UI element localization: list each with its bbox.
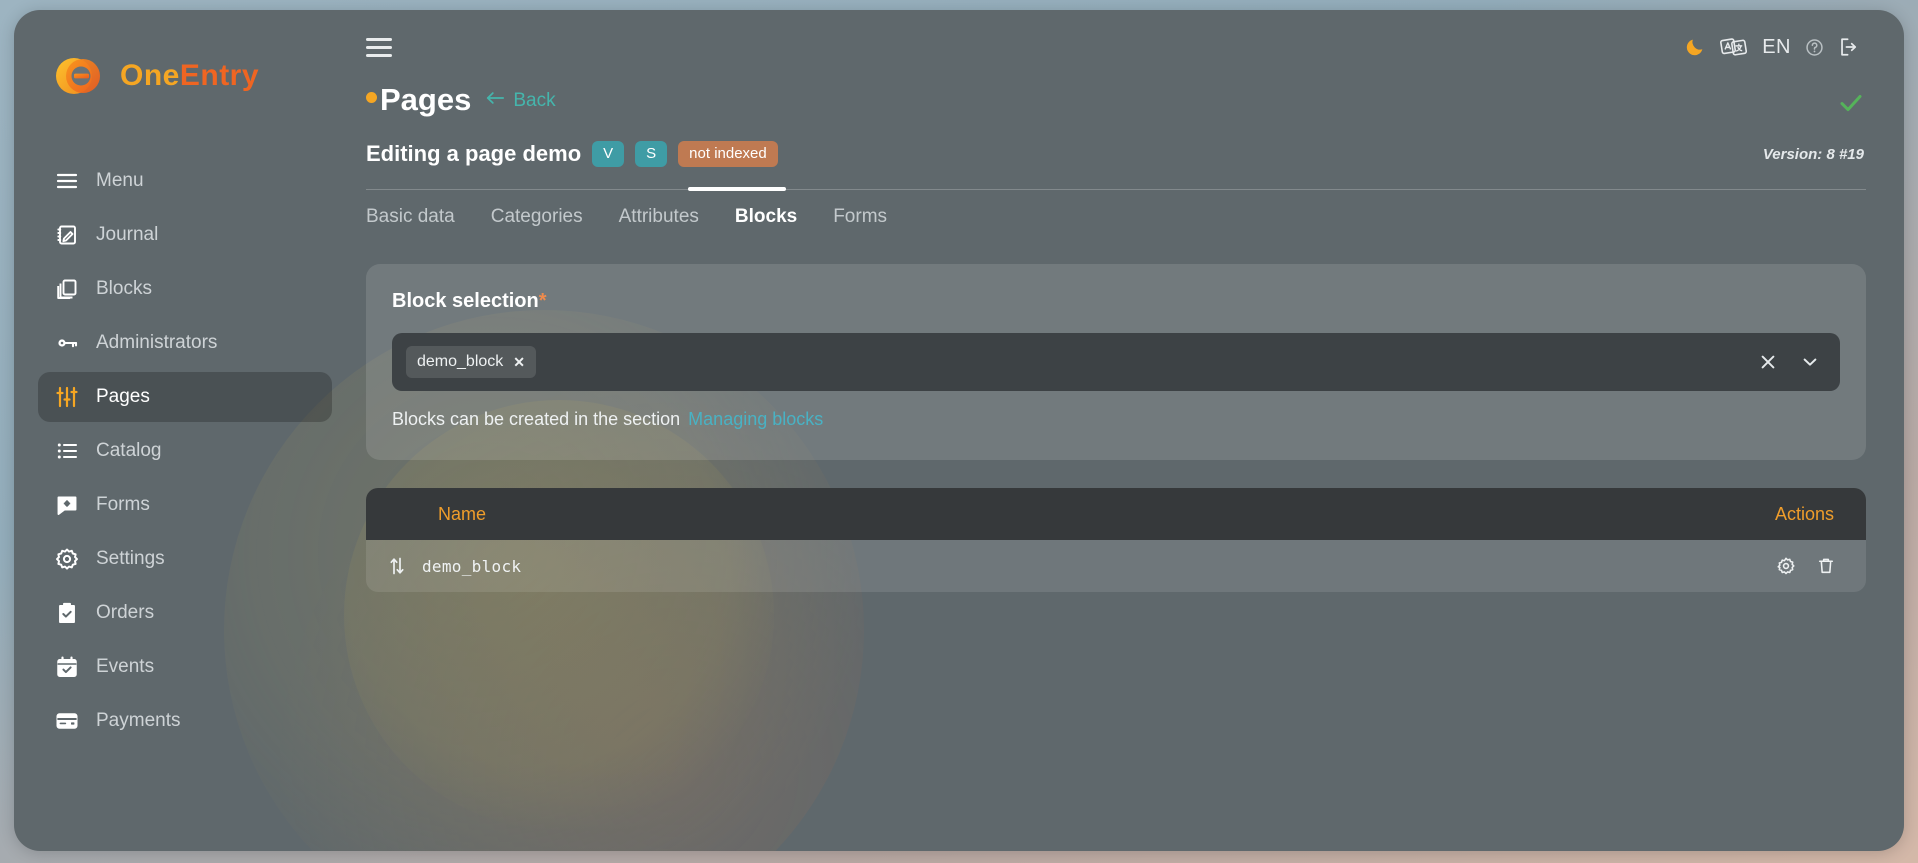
sidebar-item-orders[interactable]: Orders: [38, 588, 332, 638]
table-row[interactable]: demo_block: [366, 540, 1866, 592]
blocks-table: Name Actions demo_block: [366, 488, 1866, 592]
tab-forms[interactable]: Forms: [833, 206, 887, 228]
table-cell-name: demo_block: [422, 556, 522, 576]
block-selection-hint: Blocks can be created in the section Mana…: [392, 409, 1840, 430]
sidebar-item-events[interactable]: Events: [38, 642, 332, 692]
sidebar-nav: Menu Journal Blocks Administrators Pages…: [14, 156, 354, 746]
sidebar-item-label: Payments: [96, 710, 181, 731]
clipboard-check-icon: [54, 600, 80, 626]
select-controls: [1758, 352, 1826, 372]
sidebar-item-label: Menu: [96, 170, 144, 191]
sidebar-item-label: Forms: [96, 494, 150, 515]
topbar-actions: EN: [1684, 35, 1860, 59]
logout-icon[interactable]: [1838, 36, 1860, 58]
close-icon[interactable]: ✕: [513, 354, 525, 371]
question-circle-icon[interactable]: [1805, 38, 1824, 57]
hamburger-icon-line: [366, 45, 392, 49]
gear-icon[interactable]: [1776, 556, 1796, 576]
back-button[interactable]: Back: [485, 89, 556, 115]
key-icon: [54, 330, 80, 356]
app-window: One Entry Menu Journal Blocks Administra…: [14, 10, 1904, 851]
required-mark: *: [538, 290, 547, 312]
column-header-actions: Actions: [1774, 503, 1834, 524]
topbar: EN: [354, 10, 1866, 84]
language-selector[interactable]: EN: [1762, 36, 1791, 59]
form-chat-icon: [54, 492, 80, 518]
tab-attributes[interactable]: Attributes: [619, 206, 699, 228]
sidebar-item-administrators[interactable]: Administrators: [38, 318, 332, 368]
hamburger-icon-line: [366, 53, 392, 57]
sidebar-item-label: Journal: [96, 224, 159, 245]
back-button-label: Back: [513, 90, 556, 111]
tab-categories[interactable]: Categories: [491, 206, 583, 228]
tab-basic-data[interactable]: Basic data: [366, 206, 455, 228]
table-row-actions: [1776, 556, 1844, 576]
managing-blocks-link[interactable]: Managing blocks: [688, 409, 823, 429]
clear-selection-button[interactable]: [1758, 352, 1778, 372]
block-selection-title-text: Block selection: [392, 290, 539, 312]
arrow-left-icon: [485, 89, 505, 113]
block-selection-panel: Block selection* demo_block ✕ Blocks can…: [366, 264, 1866, 460]
tabs: Basic data Categories Attributes Blocks …: [366, 190, 1866, 228]
list-icon: [54, 438, 80, 464]
brand-text-entry: Entry: [179, 59, 260, 92]
sidebar-item-label: Orders: [96, 602, 155, 623]
sidebar-item-label: Settings: [96, 548, 165, 569]
page-title: Pages: [380, 82, 472, 117]
oneentry-logo-icon: [50, 48, 106, 104]
credit-card-icon: [54, 708, 80, 734]
table-header-row: Name Actions: [366, 488, 1866, 540]
blocks-icon: [54, 276, 80, 302]
sidebar-item-settings[interactable]: Settings: [38, 534, 332, 584]
drag-sort-icon[interactable]: [366, 556, 406, 576]
badge-version[interactable]: V: [592, 141, 625, 167]
sidebar-item-menu[interactable]: Menu: [38, 156, 332, 206]
block-select-input[interactable]: demo_block ✕: [392, 333, 1840, 391]
hamburger-icon-line: [366, 37, 392, 41]
tabs-container: Basic data Categories Attributes Blocks …: [354, 187, 1866, 228]
sidebar-item-pages[interactable]: Pages: [38, 372, 332, 422]
sidebar-item-label: Administrators: [96, 332, 218, 353]
trash-icon[interactable]: [1816, 556, 1836, 576]
sidebar-item-forms[interactable]: Forms: [38, 480, 332, 530]
entity-title: Editing a page demo: [366, 141, 582, 166]
journal-icon: [54, 222, 80, 248]
sidebar-item-journal[interactable]: Journal: [38, 210, 332, 260]
chevron-down-icon[interactable]: [1800, 352, 1820, 372]
check-ok-icon: [1838, 92, 1864, 119]
active-tab-indicator: [688, 187, 786, 191]
sidebar-item-label: Pages: [96, 386, 150, 407]
sidebar-item-catalog[interactable]: Catalog: [38, 426, 332, 476]
sidebar-item-label: Events: [96, 656, 155, 677]
column-header-name: Name: [438, 503, 487, 524]
badge-not-indexed[interactable]: not indexed: [678, 141, 778, 167]
sidebar-item-payments[interactable]: Payments: [38, 696, 332, 746]
menu-toggle-button[interactable]: [366, 37, 392, 57]
sidebar-item-blocks[interactable]: Blocks: [38, 264, 332, 314]
sidebar: One Entry Menu Journal Blocks Administra…: [14, 10, 354, 851]
translate-icon[interactable]: [1720, 35, 1748, 59]
sidebar-item-label: Blocks: [96, 278, 152, 299]
gear-icon: [54, 546, 80, 572]
block-selection-hint-text: Blocks can be created in the section: [392, 409, 681, 429]
block-selection-title: Block selection*: [392, 290, 1840, 313]
selected-block-label: demo_block: [417, 353, 504, 370]
tabs-divider: [366, 187, 1866, 191]
hamburger-icon: [54, 168, 80, 194]
sliders-icon: [54, 384, 80, 410]
brand-text-one: One: [120, 59, 180, 92]
sidebar-item-label: Catalog: [96, 440, 162, 461]
calendar-check-icon: [54, 654, 80, 680]
main-content: EN Pages Back Editing a page demo V S no…: [354, 10, 1904, 851]
brand-logo[interactable]: One Entry: [14, 44, 354, 108]
moon-icon[interactable]: [1684, 36, 1706, 58]
brand-text: One Entry: [120, 59, 259, 93]
badge-status[interactable]: S: [635, 141, 668, 167]
page-header: Pages Back: [354, 84, 1866, 115]
status-dot-icon: [366, 92, 377, 103]
entity-subheader: Editing a page demo V S not indexed Vers…: [354, 141, 1866, 167]
tab-blocks[interactable]: Blocks: [735, 206, 797, 228]
selected-block-chip[interactable]: demo_block ✕: [406, 346, 537, 378]
version-info: Version: 8 #19: [1762, 145, 1864, 163]
